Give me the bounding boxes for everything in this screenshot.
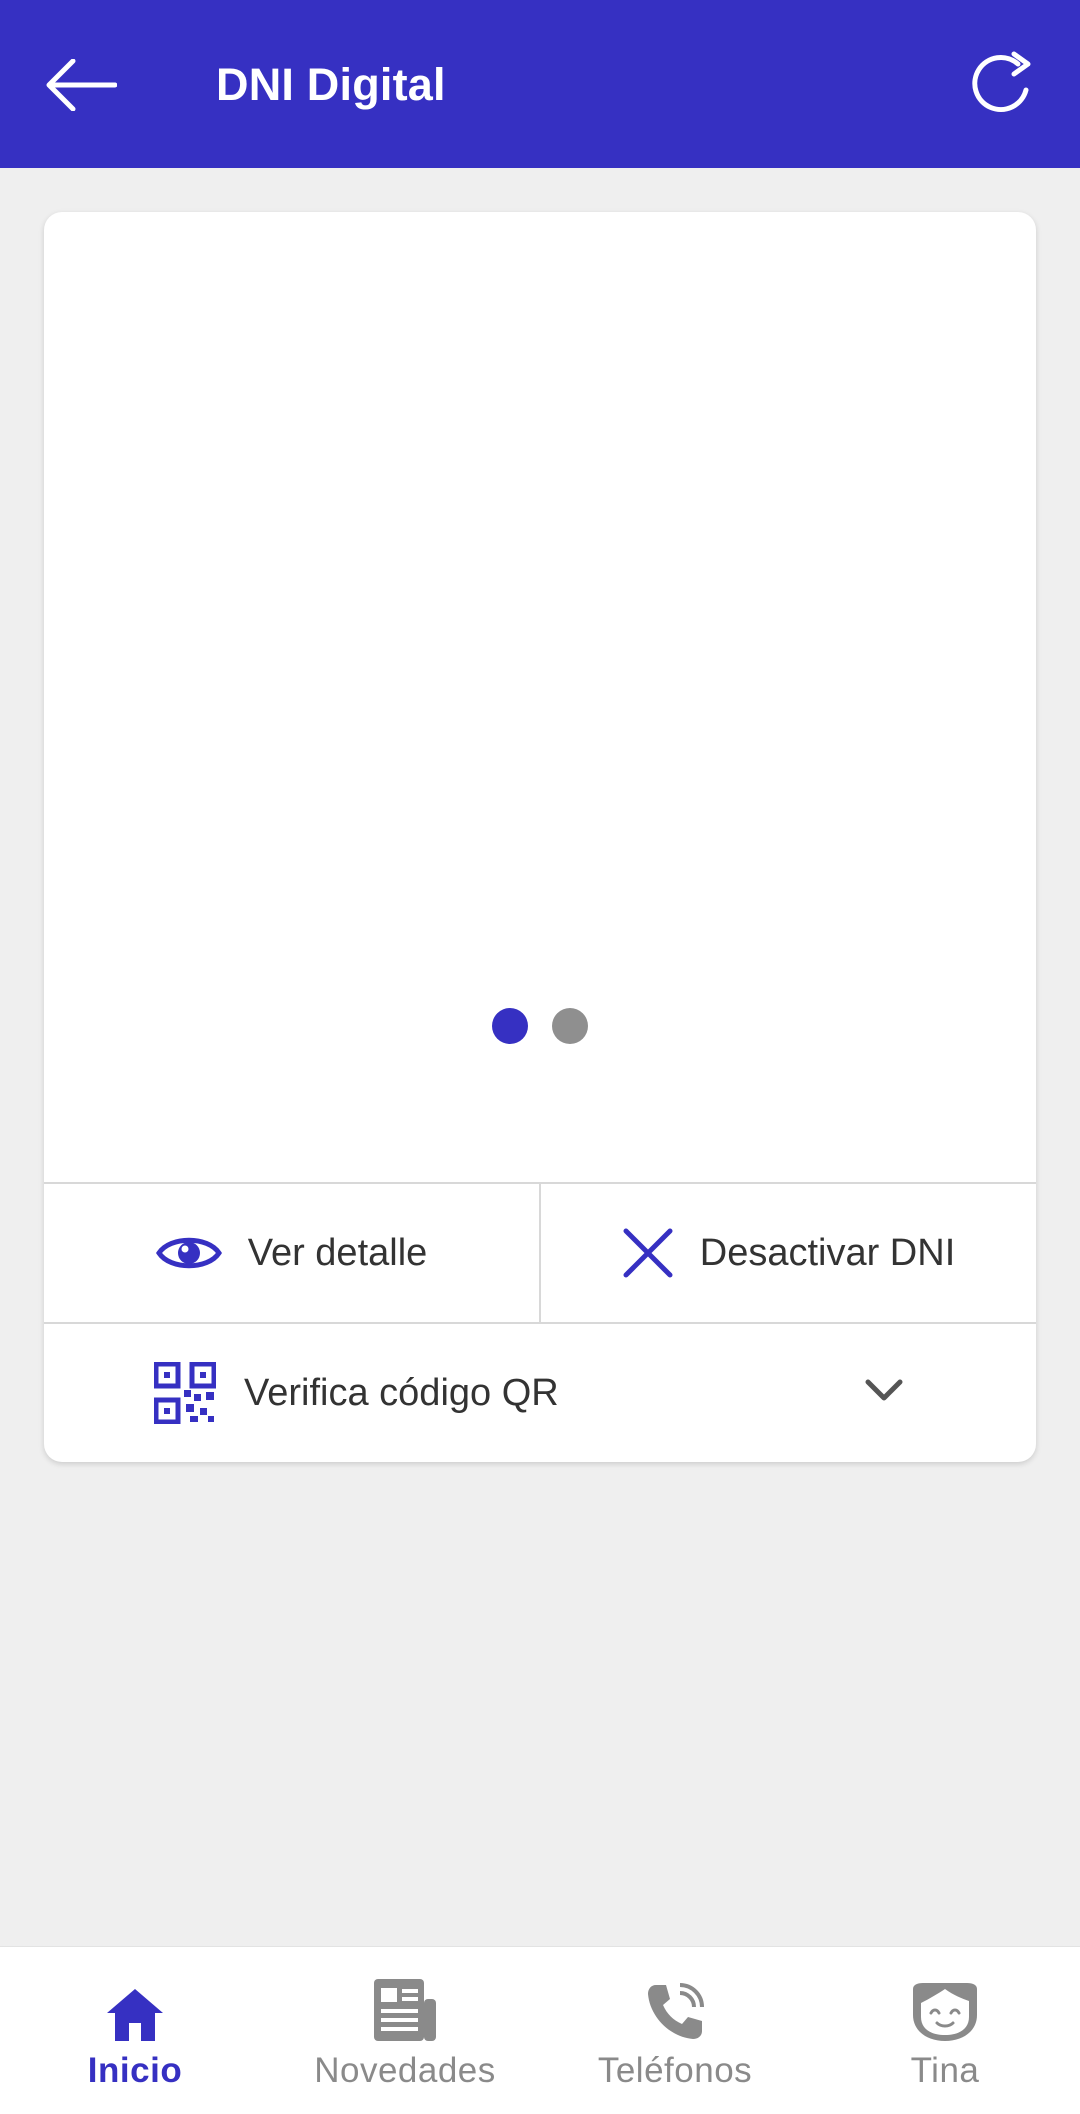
nav-label: Teléfonos [597, 2051, 753, 2090]
refresh-icon [972, 51, 1031, 113]
carousel-dot[interactable] [552, 1008, 588, 1044]
arrow-left-icon [46, 59, 117, 111]
carousel-indicator [0, 1008, 1080, 1046]
nav-item-tina[interactable]: Tina [810, 1947, 1080, 2114]
verify-qr-label: Verifica código QR [244, 1372, 559, 1414]
phone-icon [644, 1977, 706, 2043]
app-bar: DNI Digital [0, 0, 1080, 168]
newspaper-icon [372, 1977, 438, 2043]
bottom-navigation: Inicio Novedades Teléfonos Tina [0, 1946, 1080, 2114]
dni-card: Ver detalle Desactivar DNI Verifica códi… [44, 212, 1036, 1462]
back-button[interactable] [42, 50, 120, 120]
card-actions: Ver detalle Desactivar DNI [44, 1182, 1036, 1324]
qr-code-icon [153, 1361, 217, 1434]
chevron-down-icon[interactable] [864, 1370, 904, 1413]
close-icon [622, 1227, 674, 1279]
nav-item-novedades[interactable]: Novedades [270, 1947, 540, 2114]
deactivate-dni-label: Desactivar DNI [699, 1231, 956, 1274]
home-icon [105, 1977, 165, 2043]
nav-item-telefonos[interactable]: Teléfonos [540, 1947, 810, 2114]
nav-label: Tina [910, 2051, 980, 2090]
deactivate-dni-button[interactable]: Desactivar DNI [539, 1184, 1036, 1322]
nav-label: Novedades [314, 2051, 496, 2090]
assistant-face-icon [909, 1977, 981, 2043]
page-title: DNI Digital [216, 59, 446, 110]
nav-item-inicio[interactable]: Inicio [0, 1947, 270, 2114]
refresh-button[interactable] [964, 44, 1044, 124]
eye-icon [155, 1230, 222, 1276]
carousel-dot-active[interactable] [492, 1008, 528, 1044]
verify-qr-row[interactable]: Verifica código QR [44, 1324, 1036, 1462]
view-detail-button[interactable]: Ver detalle [44, 1184, 539, 1322]
view-detail-label: Ver detalle [247, 1231, 428, 1274]
nav-label: Inicio [87, 2051, 183, 2090]
